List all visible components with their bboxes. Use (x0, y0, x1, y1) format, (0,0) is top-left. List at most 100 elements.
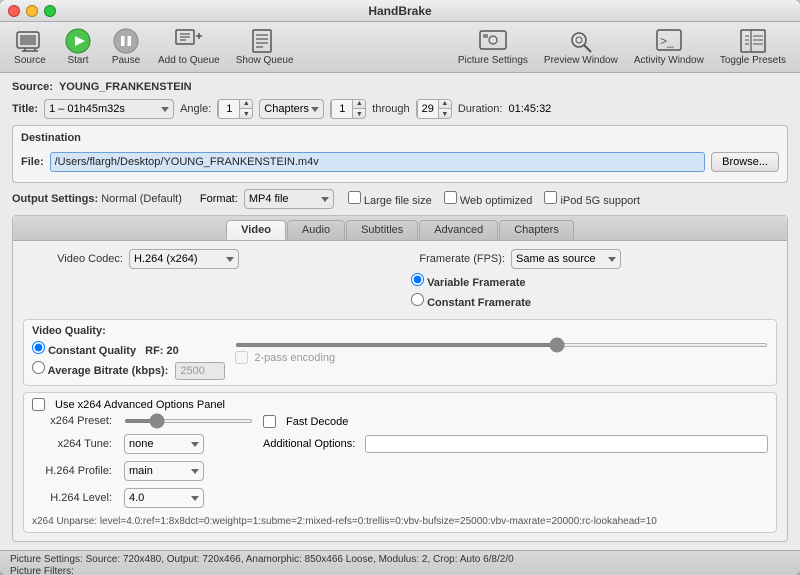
rf-label: RF: (145, 345, 163, 357)
output-preset: Normal (Default) (101, 193, 182, 205)
tabs-header: Video Audio Subtitles Advanced Chapters (13, 216, 787, 241)
constant-quality-radio[interactable] (32, 341, 45, 354)
x264-preset-label: x264 Preset: (32, 415, 112, 427)
file-label: File: (21, 156, 44, 168)
ipod-support-checkbox[interactable] (544, 191, 557, 204)
quality-section: Video Quality: Constant Quality RF: 20 (23, 319, 777, 386)
add-to-queue-label: Add to Queue (158, 55, 220, 66)
source-button[interactable]: Source (8, 26, 52, 68)
variable-framerate-radio[interactable] (411, 273, 424, 286)
x264-tune-row: x264 Tune: none (32, 434, 253, 454)
picture-settings-button[interactable]: Picture Settings (452, 26, 534, 68)
maximize-button[interactable] (44, 5, 56, 17)
source-icon (14, 28, 46, 54)
start-button[interactable]: Start (56, 26, 100, 68)
x264-preset-row: x264 Preset: (32, 415, 253, 427)
additional-options-label: Additional Options: (263, 438, 355, 450)
additional-options-row: Additional Options: (263, 435, 768, 453)
x264-unparse-text: x264 Unparse: level=4.0:ref=1:8x8dct=0:w… (32, 516, 768, 527)
large-file-checkbox[interactable] (348, 191, 361, 204)
codec-select[interactable]: H.264 (x264) (129, 249, 239, 269)
toggle-presets-button[interactable]: Toggle Presets (714, 26, 792, 68)
toolbar-right: Picture Settings Preview Window >_ (452, 26, 792, 68)
x264-preset-slider[interactable] (124, 419, 253, 423)
title-select[interactable]: 1 – 01h45m32s (44, 99, 174, 119)
h264-level-select[interactable]: 4.0 (124, 488, 204, 508)
chapter-end-stepper[interactable]: 29 ▲ ▼ (416, 99, 452, 119)
window-controls (8, 5, 56, 17)
h264-profile-row: H.264 Profile: main (32, 461, 253, 481)
h264-level-row: H.264 Level: 4.0 (32, 488, 253, 508)
angle-increment[interactable]: ▲ (240, 99, 252, 109)
title-label: Title: (12, 103, 38, 115)
avg-bitrate-radio[interactable] (32, 361, 45, 374)
video-left-col: Video Codec: H.264 (x264) (23, 249, 395, 313)
fast-decode-label: Fast Decode (286, 416, 348, 428)
x264-tune-label: x264 Tune: (32, 438, 112, 450)
format-label: Format: (200, 193, 238, 205)
quality-header-row: Video Quality: (32, 325, 768, 337)
tab-subtitles[interactable]: Subtitles (346, 220, 418, 240)
avg-bitrate-input[interactable] (175, 362, 225, 380)
angle-label: Angle: (180, 103, 211, 115)
quality-slider[interactable] (235, 343, 768, 347)
x264-advanced-label: Use x264 Advanced Options Panel (55, 399, 225, 411)
x264-advanced-checkbox[interactable] (32, 398, 45, 411)
tabs-container: Video Audio Subtitles Advanced Chapters … (12, 215, 788, 542)
two-pass-label: 2-pass encoding (254, 352, 335, 364)
tab-audio[interactable]: Audio (287, 220, 345, 240)
chapter-start-decrement[interactable]: ▼ (353, 109, 365, 119)
close-button[interactable] (8, 5, 20, 17)
framerate-select[interactable]: Same as source (511, 249, 621, 269)
large-file-label: Large file size (348, 191, 432, 207)
constant-quality-option: Constant Quality RF: 20 (32, 341, 225, 357)
toolbar: Source Start Pause (0, 22, 800, 73)
video-top-row: Video Codec: H.264 (x264) Framerate (FPS… (23, 249, 777, 313)
variable-framerate-label: Variable Framerate (411, 273, 526, 289)
pause-icon (110, 28, 142, 54)
chapters-type-select[interactable]: Chapters (259, 99, 324, 119)
variable-framerate-row: Variable Framerate (411, 273, 777, 289)
through-label: through (372, 103, 409, 115)
chapter-end-increment[interactable]: ▲ (439, 99, 451, 109)
tab-video[interactable]: Video (226, 220, 286, 240)
source-label: Source (14, 55, 46, 66)
show-queue-label: Show Queue (236, 55, 294, 66)
file-input[interactable] (50, 152, 706, 172)
constant-framerate-radio[interactable] (411, 293, 424, 306)
web-optimized-label: Web optimized (444, 191, 533, 207)
start-label: Start (67, 55, 88, 66)
chapter-start-stepper[interactable]: 1 ▲ ▼ (330, 99, 366, 119)
show-queue-button[interactable]: Show Queue (230, 26, 300, 68)
tab-chapters[interactable]: Chapters (499, 220, 574, 240)
add-to-queue-button[interactable]: Add to Queue (152, 26, 226, 68)
pause-button[interactable]: Pause (104, 26, 148, 68)
svg-text:>_: >_ (660, 34, 674, 48)
x264-tune-select[interactable]: none (124, 434, 204, 454)
h264-profile-select[interactable]: main (124, 461, 204, 481)
tab-advanced[interactable]: Advanced (419, 220, 498, 240)
constant-framerate-label: Constant Framerate (411, 293, 531, 309)
x264-section: Use x264 Advanced Options Panel x264 Pre… (23, 392, 777, 533)
format-select[interactable]: MP4 file (244, 189, 334, 209)
codec-row: Video Codec: H.264 (x264) (23, 249, 395, 269)
angle-decrement[interactable]: ▼ (240, 109, 252, 119)
additional-options-input[interactable] (365, 435, 768, 453)
preview-window-button[interactable]: Preview Window (538, 26, 624, 68)
picture-filters-status: Picture Filters: (10, 566, 790, 575)
angle-stepper[interactable]: 1 ▲ ▼ (217, 99, 253, 119)
minimize-button[interactable] (26, 5, 38, 17)
fast-decode-checkbox[interactable] (263, 415, 276, 428)
chapter-end-buttons: ▲ ▼ (439, 99, 451, 119)
browse-button[interactable]: Browse... (711, 152, 779, 172)
chapter-end-decrement[interactable]: ▼ (439, 109, 451, 119)
x264-advanced-row: Use x264 Advanced Options Panel (32, 398, 768, 411)
toggle-presets-label: Toggle Presets (720, 55, 786, 66)
activity-window-button[interactable]: >_ Activity Window (628, 26, 710, 68)
main-content: Source: YOUNG_FRANKENSTEIN Title: 1 – 01… (0, 73, 800, 550)
titlebar: HandBrake (0, 0, 800, 22)
chapter-start-increment[interactable]: ▲ (353, 99, 365, 109)
duration-value: 01:45:32 (508, 103, 551, 115)
web-optimized-checkbox[interactable] (444, 191, 457, 204)
two-pass-checkbox[interactable] (235, 351, 248, 364)
